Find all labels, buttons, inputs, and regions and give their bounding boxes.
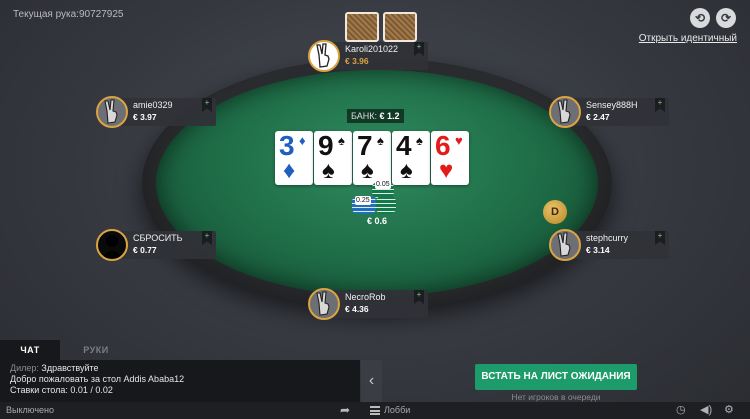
seat-upper-right[interactable]: Sensey888H € 2.47 +: [549, 96, 669, 128]
seat-lower-left[interactable]: СБРОСИТЬ € 0.77 +: [96, 229, 216, 261]
seat-top[interactable]: Karoli201022 € 3.96 +: [308, 40, 428, 72]
chip-stack-icon: [376, 196, 396, 214]
peace-hand-icon: [96, 96, 128, 128]
board-card: 9 ♠ ♠: [314, 131, 352, 185]
card-suit-large: ♠: [322, 157, 335, 184]
peace-hand-icon: [308, 40, 340, 72]
seat-upper-left[interactable]: amie0329 € 3.97 +: [96, 96, 216, 128]
tab-hands[interactable]: РУКИ: [60, 340, 132, 360]
chip-value: 0.25: [355, 196, 371, 205]
card-suit: ♠: [377, 133, 384, 148]
player-chips: € 2.47: [586, 112, 610, 122]
pot-amount: € 1.2: [379, 111, 400, 121]
seat-lower-right[interactable]: stephcurry € 3.14 +: [549, 229, 669, 261]
chip-value: 0.05: [375, 180, 391, 189]
queue-status: Нет игроков в очереди: [511, 392, 601, 402]
chat-log: Дилер: Здравствуйте Добро пожаловать за …: [0, 360, 360, 402]
chat-sender: Дилер:: [10, 363, 39, 373]
hand-id: Текущая рука:90727925: [13, 9, 124, 20]
player-chips: € 3.96: [345, 56, 369, 66]
sound-icon[interactable]: ◀): [700, 402, 712, 419]
settings-gear-icon[interactable]: ⚙: [724, 402, 734, 419]
join-waitlist-button[interactable]: ВСТАТЬ НА ЛИСТ ОЖИДАНИЯ: [475, 364, 637, 390]
player-chips: € 3.97: [133, 112, 157, 122]
player-chips: € 4.36: [345, 304, 369, 314]
share-arrow-icon[interactable]: ➦: [340, 402, 350, 419]
tab-chat[interactable]: ЧАТ: [0, 340, 60, 360]
chat-line: Добро пожаловать за стол Addis Ababa12: [10, 374, 185, 384]
pot-label-text: БАНК:: [351, 111, 377, 121]
card-suit-large: ♠: [400, 157, 413, 184]
dealer-button: D: [543, 200, 567, 224]
board-card: 3 ♦ ♦: [275, 131, 313, 185]
replay-icon[interactable]: ⟳: [716, 8, 736, 28]
history-icon[interactable]: ◷: [676, 402, 686, 419]
center-pot-amount: € 0.6: [367, 216, 388, 226]
lobby-link[interactable]: Лобби: [384, 402, 410, 419]
card-suit-large: ♥: [439, 157, 454, 184]
chat-line: Ставки стола: 0.01 / 0.02: [10, 385, 113, 395]
player-chips: € 0.77: [133, 245, 157, 255]
chat-line: Дилер: Здравствуйте: [10, 363, 350, 374]
connection-status: Выключено: [6, 405, 54, 415]
menu-icon[interactable]: [370, 406, 380, 415]
card-suit: ♠: [338, 133, 345, 148]
collapse-chevron-icon[interactable]: ‹: [361, 360, 382, 402]
chat-message: Здравствуйте: [41, 363, 99, 373]
player-chips: € 3.14: [586, 245, 610, 255]
tab-bar: ЧАТ РУКИ: [0, 340, 360, 360]
peace-hand-icon: [549, 229, 581, 261]
community-cards: 3 ♦ ♦ 9 ♠ ♠ 7 ♠ ♠ 4 ♠ ♠ 6 ♥ ♥: [275, 131, 469, 185]
peace-hand-icon: [308, 288, 340, 320]
pot-label: БАНК: € 1.2: [347, 109, 404, 123]
card-back: [345, 12, 379, 42]
card-suit: ♠: [416, 133, 423, 148]
card-back: [383, 12, 417, 42]
board-card: 4 ♠ ♠: [392, 131, 430, 185]
card-suit: ♥: [455, 133, 463, 148]
status-bar: Выключено ➦ Лобби ◷ ◀) ⚙: [0, 402, 750, 419]
silhouette-icon: [96, 229, 128, 261]
open-identical-link[interactable]: Открыть идентичный: [639, 33, 737, 44]
board-card: 7 ♠ ♠: [353, 131, 391, 185]
peace-hand-icon: [549, 96, 581, 128]
card-suit: ♦: [299, 133, 306, 148]
seat-bottom[interactable]: NecroRob € 4.36 +: [308, 288, 428, 320]
card-suit-large: ♦: [283, 157, 296, 184]
card-suit-large: ♠: [361, 157, 374, 184]
rabbit-hunt-icon[interactable]: ⟲: [690, 8, 710, 28]
board-card: 6 ♥ ♥: [431, 131, 469, 185]
top-icons: ⟲ ⟳: [690, 8, 736, 28]
